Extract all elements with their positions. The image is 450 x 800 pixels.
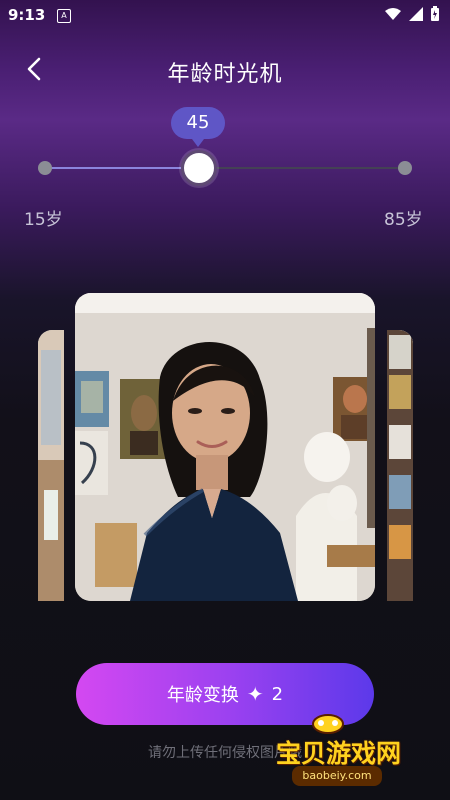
age-transform-label: 年龄变换 <box>166 685 239 706</box>
watermark-brand: 宝贝游戏网 <box>276 739 402 768</box>
age-slider-min-dot <box>38 161 52 175</box>
max-age-label: 85岁 <box>384 210 423 230</box>
left-preview-image <box>38 330 64 601</box>
status-icons <box>384 6 440 22</box>
watermark-domain: baobeiy.com <box>292 766 382 786</box>
min-age-label: 15岁 <box>24 210 63 230</box>
header: 年龄时光机 <box>0 40 450 100</box>
main-photo-card[interactable] <box>75 293 375 601</box>
left-preview-card[interactable] <box>38 330 64 601</box>
sparkle-icon: ✦ <box>246 682 264 706</box>
portrait-image <box>75 293 375 601</box>
wifi-icon <box>385 8 401 20</box>
status-bar: 9:13 A <box>0 0 450 32</box>
gamepad-icon <box>312 714 344 734</box>
signal-icon <box>409 7 423 21</box>
credits-count: 2 <box>271 683 284 705</box>
status-time: 9:13 <box>8 6 46 24</box>
age-bubble: 45 <box>171 107 225 147</box>
battery-icon <box>431 6 439 21</box>
age-slider-thumb[interactable] <box>181 150 217 186</box>
right-preview-image <box>387 330 413 601</box>
right-preview-card[interactable] <box>387 330 413 601</box>
age-slider-max-dot <box>398 161 412 175</box>
watermark-logo: 宝贝游戏网 baobeiy.com <box>276 712 416 787</box>
page-title: 年龄时光机 <box>167 62 283 87</box>
age-slider-fill <box>45 167 199 169</box>
notification-a-icon: A <box>57 9 71 23</box>
